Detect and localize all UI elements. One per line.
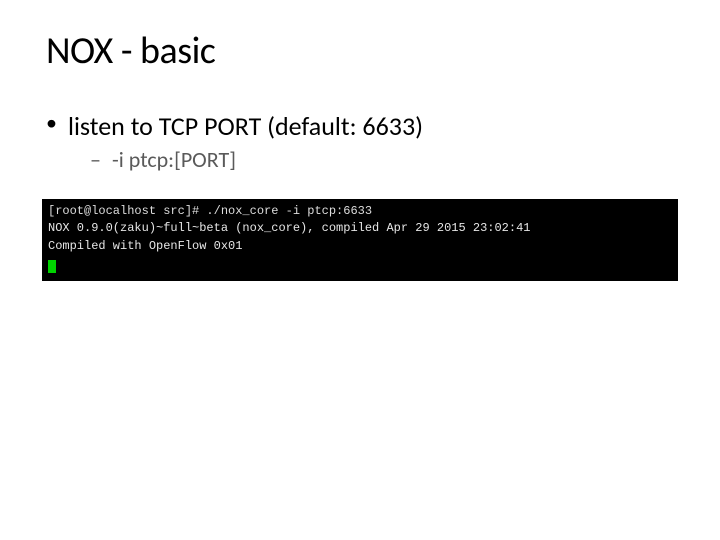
bullet-text: listen to TCP PORT (default: 6633) (68, 110, 423, 142)
terminal-line: [root@localhost src]# ./nox_core -i ptcp… (48, 203, 672, 220)
bullet-level-1: listen to TCP PORT (default: 6633) (46, 110, 674, 142)
terminal-line: NOX 0.9.0(zaku)~full~beta (nox_core), co… (48, 220, 672, 237)
terminal-line: Compiled with OpenFlow 0x01 (48, 238, 672, 255)
terminal-screenshot: [root@localhost src]# ./nox_core -i ptcp… (42, 199, 678, 281)
cursor-icon (48, 260, 56, 273)
bullet-level-2: -i ptcp:[PORT] (46, 146, 674, 173)
slide-title: NOX - basic (46, 28, 674, 74)
terminal-cursor-line (48, 255, 672, 272)
bullet-text: -i ptcp:[PORT] (112, 146, 236, 173)
slide: NOX - basic listen to TCP PORT (default:… (0, 0, 720, 281)
